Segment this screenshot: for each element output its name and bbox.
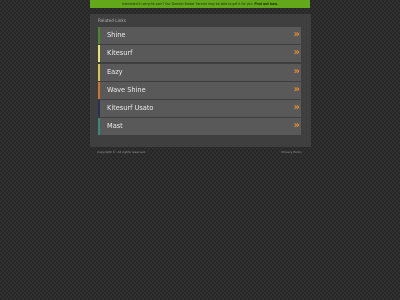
copyright-text: Copyright ©. All rights reserved. — [97, 150, 146, 154]
link-label: Kitesurf Usato — [107, 104, 154, 113]
link-item-mast[interactable]: Mast » — [98, 118, 301, 136]
page-footer: Copyright ©. All rights reserved. Privac… — [90, 150, 311, 156]
link-label: Mast — [107, 122, 123, 131]
panel-title: Related Links — [98, 18, 126, 23]
double-chevron-right-icon: » — [293, 47, 301, 59]
double-chevron-right-icon: » — [293, 29, 301, 40]
link-label: Eazy — [107, 67, 123, 76]
link-item-eazy[interactable]: Eazy » — [98, 63, 301, 81]
banner-link[interactable]: Find out how. — [254, 2, 278, 6]
privacy-policy-link[interactable]: Privacy Policy — [282, 150, 302, 154]
double-chevron-right-icon: » — [293, 120, 301, 132]
double-chevron-right-icon: » — [293, 102, 301, 114]
related-links-panel: Related Links Shine » Kitesurf » Eazy » … — [90, 14, 311, 147]
link-label: Wave Shine — [107, 85, 146, 94]
link-label: Shine — [107, 31, 126, 39]
related-links-list: Shine » Kitesurf » Eazy » Wave Shine » K… — [98, 27, 301, 137]
link-item-kitesurf-usato[interactable]: Kitesurf Usato » — [98, 100, 301, 118]
link-item-shine[interactable]: Shine » — [98, 27, 301, 44]
banner-text: Interested in verychk.com? Our Domain Br… — [121, 2, 255, 6]
double-chevron-right-icon: » — [293, 83, 301, 95]
link-item-wave-shine[interactable]: Wave Shine » — [98, 81, 301, 99]
link-label: Kitesurf — [107, 49, 133, 58]
domain-broker-banner[interactable]: Interested in verychk.com? Our Domain Br… — [90, 0, 310, 8]
link-item-kitesurf[interactable]: Kitesurf » — [98, 45, 301, 63]
double-chevron-right-icon: » — [293, 65, 301, 77]
